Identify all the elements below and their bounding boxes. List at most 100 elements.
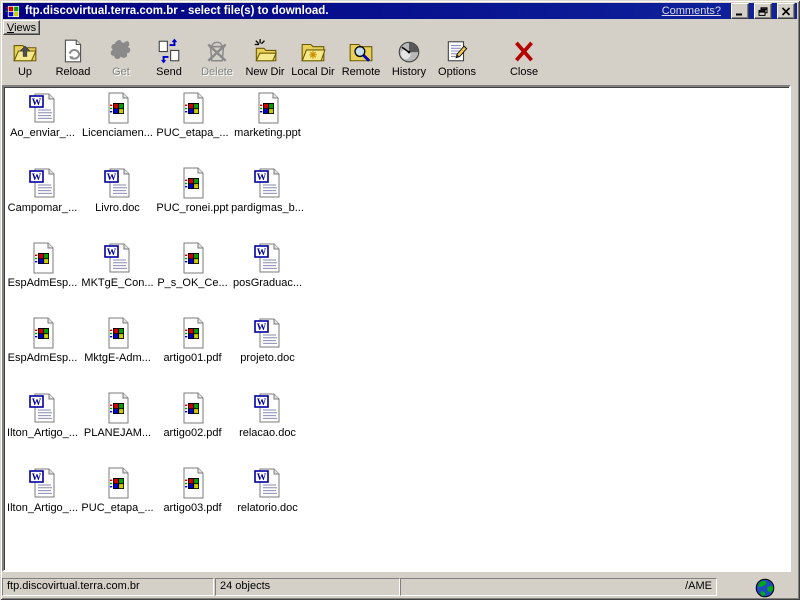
file-item[interactable]: PUC_etapa_... (155, 92, 230, 167)
menubar: Views (3, 20, 797, 36)
window-title: ftp.discovirtual.terra.com.br - select f… (25, 5, 329, 17)
file-name: EspAdmEsp... (7, 352, 78, 364)
generic-file-icon (102, 317, 134, 349)
file-name: posGraduac... (232, 277, 303, 289)
status-remote-path: /AME (400, 578, 717, 596)
toolbar-button-reload[interactable]: Reload (51, 36, 95, 78)
word-document-icon (252, 317, 284, 349)
file-name: artigo02.pdf (163, 427, 222, 439)
tb-newdir-icon (252, 38, 278, 64)
minimize-icon (735, 7, 745, 16)
toolbar-button-history[interactable]: History (387, 36, 431, 78)
generic-file-icon (177, 92, 209, 124)
file-item[interactable]: PLANEJAM... (80, 392, 155, 467)
file-item[interactable]: Ilton_Artigo_... (5, 467, 80, 542)
views-menu-button[interactable]: Views (3, 20, 40, 35)
toolbar-button-get: Get (99, 36, 143, 78)
generic-file-icon (177, 167, 209, 199)
file-item[interactable]: artigo03.pdf (155, 467, 230, 542)
tb-remote-icon (348, 38, 374, 64)
file-item[interactable]: marketing.ppt (230, 92, 305, 167)
titlebar[interactable]: ftp.discovirtual.terra.com.br - select f… (3, 3, 797, 19)
generic-file-icon (177, 392, 209, 424)
file-item[interactable]: PUC_etapa_... (80, 467, 155, 542)
file-item[interactable]: relacao.doc (230, 392, 305, 467)
toolbar-button-local-dir[interactable]: Local Dir (291, 36, 335, 78)
word-document-icon (102, 242, 134, 274)
file-name: pardigmas_b... (231, 202, 304, 214)
file-name: Ilton_Artigo_... (7, 427, 78, 439)
tb-get-icon (108, 38, 134, 64)
file-name: relatorio.doc (237, 502, 298, 514)
file-item[interactable]: Ao_enviar_... (5, 92, 80, 167)
file-name: MKTgE_Con... (81, 277, 154, 289)
file-item[interactable]: relatorio.doc (230, 467, 305, 542)
generic-file-icon (252, 92, 284, 124)
toolbar-button-up[interactable]: Up (3, 36, 47, 78)
status-host: ftp.discovirtual.terra.com.br (2, 578, 214, 596)
app-icon (5, 5, 21, 18)
file-name: Livro.doc (95, 202, 140, 214)
tb-history-icon (396, 38, 422, 64)
minimize-button[interactable] (731, 3, 749, 19)
word-document-icon (252, 467, 284, 499)
toolbar: Up Reload Get Send Delete New Dir Local … (3, 36, 797, 84)
tb-reload-icon (60, 38, 86, 64)
file-item[interactable]: P_s_OK_Ce... (155, 242, 230, 317)
word-document-icon (102, 167, 134, 199)
file-item[interactable]: Ilton_Artigo_... (5, 392, 80, 467)
toolbar-button-close[interactable]: Close (502, 36, 546, 78)
app-window: ftp.discovirtual.terra.com.br - select f… (0, 0, 800, 600)
file-item[interactable]: artigo01.pdf (155, 317, 230, 392)
file-item[interactable]: projeto.doc (230, 317, 305, 392)
file-name: Licenciamen... (82, 127, 153, 139)
word-document-icon (27, 392, 59, 424)
file-name: MktgE-Adm... (84, 352, 151, 364)
file-name: relacao.doc (239, 427, 296, 439)
file-item[interactable]: MKTgE_Con... (80, 242, 155, 317)
file-item[interactable]: Livro.doc (80, 167, 155, 242)
file-item[interactable]: pardigmas_b... (230, 167, 305, 242)
file-item[interactable]: EspAdmEsp... (5, 242, 80, 317)
tb-localdir-icon (300, 38, 326, 64)
toolbar-button-new-dir[interactable]: New Dir (243, 36, 287, 78)
file-item[interactable]: artigo02.pdf (155, 392, 230, 467)
word-document-icon (27, 92, 59, 124)
toolbar-button-delete: Delete (195, 36, 239, 78)
file-name: marketing.ppt (234, 127, 301, 139)
word-document-icon (252, 167, 284, 199)
file-item[interactable]: Campomar_... (5, 167, 80, 242)
file-item[interactable]: Licenciamen... (80, 92, 155, 167)
restore-button[interactable] (754, 3, 772, 19)
file-name: PLANEJAM... (83, 427, 152, 439)
file-name: artigo01.pdf (163, 352, 222, 364)
close-icon (781, 7, 791, 16)
file-item[interactable]: MktgE-Adm... (80, 317, 155, 392)
generic-file-icon (102, 92, 134, 124)
file-name: artigo03.pdf (163, 502, 222, 514)
file-list: Ao_enviar_... Licenciamen... PUC_etapa_.… (2, 85, 791, 572)
tb-close-icon (511, 38, 537, 64)
status-object-count: 24 objects (215, 578, 400, 596)
toolbar-button-options[interactable]: Options (435, 36, 479, 78)
file-name: EspAdmEsp... (7, 277, 78, 289)
generic-file-icon (177, 242, 209, 274)
close-window-button[interactable] (777, 3, 795, 19)
file-item[interactable]: EspAdmEsp... (5, 317, 80, 392)
generic-file-icon (102, 392, 134, 424)
tb-up-icon (12, 38, 38, 64)
toolbar-button-remote[interactable]: Remote (339, 36, 383, 78)
word-document-icon (252, 242, 284, 274)
tb-send-icon (156, 38, 182, 64)
word-document-icon (252, 392, 284, 424)
comments-link[interactable]: Comments? (662, 5, 721, 17)
file-item[interactable]: posGraduac... (230, 242, 305, 317)
file-name: PUC_etapa_... (156, 127, 229, 139)
tb-delete-icon (204, 38, 230, 64)
file-item[interactable]: PUC_ronei.ppt (155, 167, 230, 242)
generic-file-icon (177, 317, 209, 349)
file-name: Ao_enviar_... (10, 127, 75, 139)
toolbar-button-send[interactable]: Send (147, 36, 191, 78)
file-name: PUC_etapa_... (81, 502, 154, 514)
generic-file-icon (102, 467, 134, 499)
